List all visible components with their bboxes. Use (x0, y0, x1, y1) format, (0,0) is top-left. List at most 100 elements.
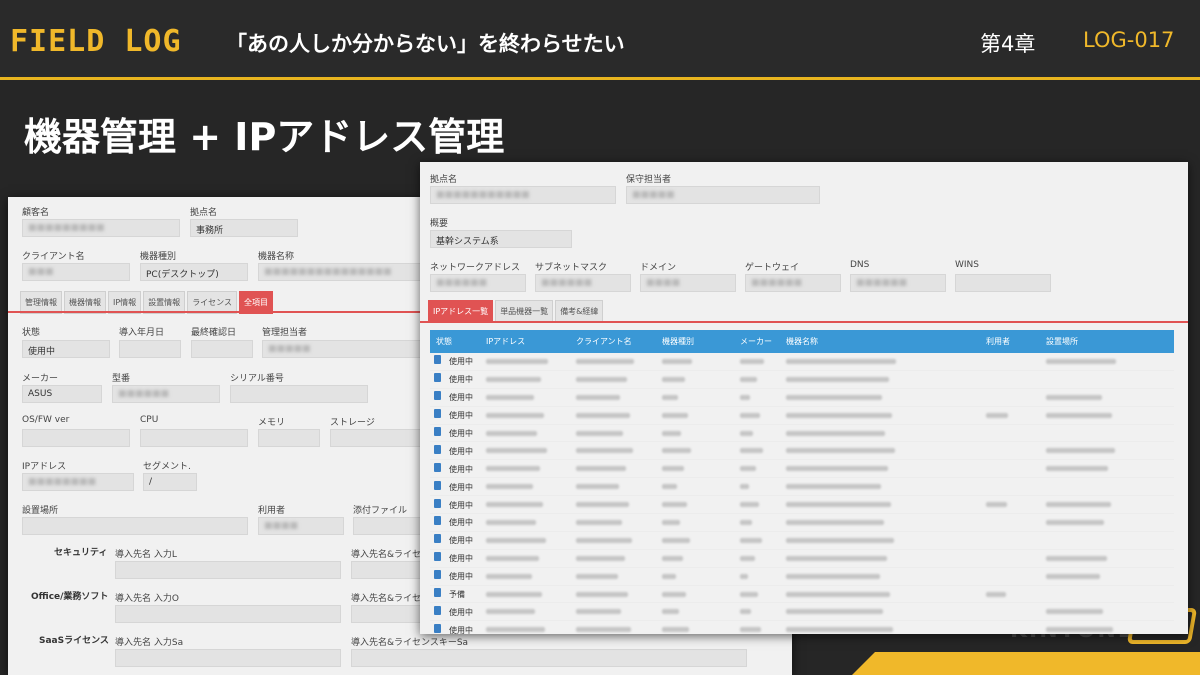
location-field[interactable] (22, 517, 248, 535)
redacted-value (786, 627, 893, 633)
serial-field[interactable] (230, 385, 368, 403)
storage-field[interactable] (330, 429, 428, 447)
status-field[interactable]: 使用中 (22, 340, 110, 358)
redacted-cell (656, 590, 734, 599)
table-row[interactable]: 使用中 (430, 621, 1174, 634)
document-icon[interactable] (434, 623, 441, 633)
document-icon[interactable] (434, 444, 441, 454)
table-row[interactable]: 使用中 (430, 550, 1174, 568)
device-type-field[interactable]: PC(デスクトップ) (140, 263, 248, 281)
document-icon[interactable] (434, 516, 441, 526)
table-row[interactable]: 使用中 (430, 442, 1174, 461)
accent-stripe (845, 652, 1200, 675)
document-icon[interactable] (434, 570, 441, 580)
memory-field[interactable] (258, 429, 320, 447)
os-label: OS/FW ver (22, 415, 70, 425)
os-field[interactable] (22, 429, 130, 447)
col-header[interactable]: 設置場所 (1040, 336, 1174, 347)
document-icon[interactable] (434, 605, 441, 615)
device-name-field[interactable]: ■■■■■■■■■■■■■■■ (258, 263, 428, 281)
tab-notes[interactable]: 備考&経緯 (555, 300, 604, 323)
col-header[interactable]: クライアント名 (570, 336, 656, 347)
license-left-label: 導入先名 入力O (115, 594, 179, 604)
license-right-field[interactable] (351, 605, 428, 623)
manager-field[interactable]: ■■■■■ (262, 340, 428, 358)
document-icon[interactable] (434, 480, 441, 490)
network-field[interactable]: ■■■■■■ (430, 274, 526, 292)
document-icon[interactable] (434, 409, 441, 419)
col-header[interactable]: メーカー (734, 336, 780, 347)
wins-field[interactable] (955, 274, 1051, 292)
document-icon[interactable] (434, 373, 441, 383)
redacted-value (662, 627, 689, 633)
last-check-field[interactable] (191, 340, 253, 358)
redacted-value (986, 412, 1008, 418)
table-row[interactable]: 使用中 (430, 460, 1174, 479)
license-left-field[interactable] (115, 605, 341, 623)
redacted-value (786, 412, 892, 418)
table-row[interactable]: 予備 (430, 586, 1174, 604)
table-row[interactable]: 使用中 (430, 407, 1174, 425)
user-field[interactable]: ■■■■ (258, 517, 344, 535)
intro-date-field[interactable] (119, 340, 181, 358)
col-header[interactable]: 状態 (430, 336, 480, 347)
ip-site-field[interactable]: ■■■■■■■■■■■ (430, 186, 616, 204)
document-icon[interactable] (434, 552, 441, 562)
document-icon[interactable] (434, 427, 441, 436)
col-header[interactable]: 機器種別 (656, 336, 734, 347)
client-field[interactable]: ■■■ (22, 263, 130, 281)
redacted-cell (656, 411, 734, 420)
dns-field[interactable]: ■■■■■■ (850, 274, 946, 292)
cpu-field[interactable] (140, 429, 248, 447)
table-row[interactable]: 使用中 (430, 603, 1174, 622)
ip-field[interactable]: ■■■■■■■■ (22, 473, 134, 491)
license-left-field[interactable] (115, 649, 341, 667)
redacted-value (740, 537, 762, 543)
document-icon[interactable] (434, 498, 441, 508)
document-icon[interactable] (434, 462, 441, 472)
customer-field[interactable]: ■■■■■■■■■ (22, 219, 180, 237)
domain-field[interactable]: ■■■■ (640, 274, 736, 292)
document-icon[interactable] (434, 588, 441, 598)
col-header[interactable]: 機器名称 (780, 336, 980, 347)
license-right-field[interactable] (351, 561, 428, 579)
document-icon[interactable] (434, 534, 441, 544)
redacted-value (986, 591, 1006, 597)
redacted-value (1046, 609, 1103, 615)
table-row[interactable]: 使用中 (430, 514, 1174, 532)
network-label: ネットワークアドレス (430, 263, 521, 273)
table-row[interactable]: 使用中 (430, 568, 1174, 586)
table-row[interactable]: 使用中 (430, 532, 1174, 550)
col-header[interactable]: IPアドレス (480, 336, 570, 347)
table-row[interactable]: 使用中 (430, 478, 1174, 497)
redacted-cell (980, 500, 1040, 509)
tab-device-list[interactable]: 単品機器一覧 (495, 300, 554, 323)
summary-field[interactable]: 基幹システム系 (430, 230, 572, 248)
site-field[interactable]: 事務所 (190, 219, 298, 237)
redacted-value (740, 358, 764, 364)
redacted-value (740, 394, 750, 400)
table-row[interactable]: 使用中 (430, 425, 1174, 443)
license-left-label: 導入先名 入力L (115, 550, 177, 560)
model-field[interactable]: ■■■■■■ (112, 385, 220, 403)
segment-field[interactable]: / (143, 473, 197, 491)
tab-ip-list[interactable]: IPアドレス一覧 (428, 300, 494, 323)
maint-label: 保守担当者 (626, 175, 672, 185)
document-icon[interactable] (434, 355, 441, 365)
col-header[interactable]: 利用者 (980, 336, 1040, 347)
status-cell: 使用中 (430, 355, 480, 367)
status-text: 使用中 (449, 554, 473, 564)
table-row[interactable]: 使用中 (430, 371, 1174, 389)
table-row[interactable]: 使用中 (430, 389, 1174, 407)
maker-field[interactable]: ASUS (22, 385, 102, 403)
gateway-field[interactable]: ■■■■■■ (745, 274, 841, 292)
attachment-field[interactable] (353, 517, 428, 535)
maint-field[interactable]: ■■■■■ (626, 186, 820, 204)
document-icon[interactable] (434, 391, 441, 401)
table-row[interactable]: 使用中 (430, 496, 1174, 515)
table-row[interactable]: 使用中 (430, 353, 1174, 371)
license-right-field[interactable] (351, 649, 747, 667)
license-left-field[interactable] (115, 561, 341, 579)
redacted-value (486, 394, 534, 400)
subnet-field[interactable]: ■■■■■■ (535, 274, 631, 292)
